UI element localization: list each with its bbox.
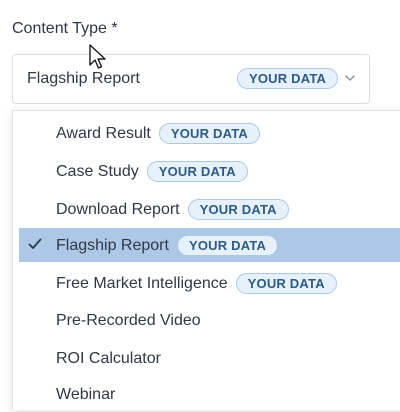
- menu-item-label: Free Market Intelligence: [56, 274, 228, 292]
- your-data-badge: YOUR DATA: [146, 161, 248, 182]
- your-data-badge: YOUR DATA: [158, 123, 261, 144]
- menu-item-label: ROI Calculator: [56, 350, 161, 367]
- menu-item-case-study[interactable]: Case Study YOUR DATA: [19, 154, 400, 188]
- content-type-dropdown: Award Result YOUR DATA Case Study YOUR D…: [12, 110, 400, 410]
- chevron-down-icon[interactable]: [345, 75, 355, 82]
- your-data-badge: YOUR DATA: [235, 273, 337, 294]
- menu-item-label: Award Result: [56, 124, 151, 142]
- selected-value: Flagship Report: [27, 70, 140, 87]
- mouse-pointer-icon: [89, 44, 106, 69]
- menu-item-label: Webinar: [56, 386, 116, 403]
- your-data-badge: YOUR DATA: [176, 235, 279, 256]
- check-icon: [28, 238, 42, 249]
- menu-item-flagship-report[interactable]: Flagship Report YOUR DATA: [19, 228, 400, 262]
- menu-item-webinar[interactable]: Webinar: [19, 378, 400, 412]
- menu-item-download-report[interactable]: Download Report YOUR DATA: [19, 192, 400, 226]
- menu-item-label: Flagship Report: [56, 236, 169, 254]
- menu-item-label: Download Report: [56, 200, 180, 218]
- your-data-badge: YOUR DATA: [187, 199, 289, 220]
- your-data-badge: YOUR DATA: [237, 68, 339, 89]
- menu-item-pre-recorded-video[interactable]: Pre-Recorded Video: [19, 304, 400, 338]
- menu-item-label: Pre-Recorded Video: [56, 312, 201, 329]
- menu-item-label: Case Study: [56, 162, 139, 180]
- content-type-label: Content Type *: [12, 20, 118, 37]
- menu-item-free-market-intelligence[interactable]: Free Market Intelligence YOUR DATA: [19, 266, 400, 300]
- content-type-select[interactable]: Flagship Report YOUR DATA: [12, 54, 370, 104]
- menu-item-roi-calculator[interactable]: ROI Calculator: [19, 342, 400, 376]
- menu-item-award-result[interactable]: Award Result YOUR DATA: [19, 116, 400, 150]
